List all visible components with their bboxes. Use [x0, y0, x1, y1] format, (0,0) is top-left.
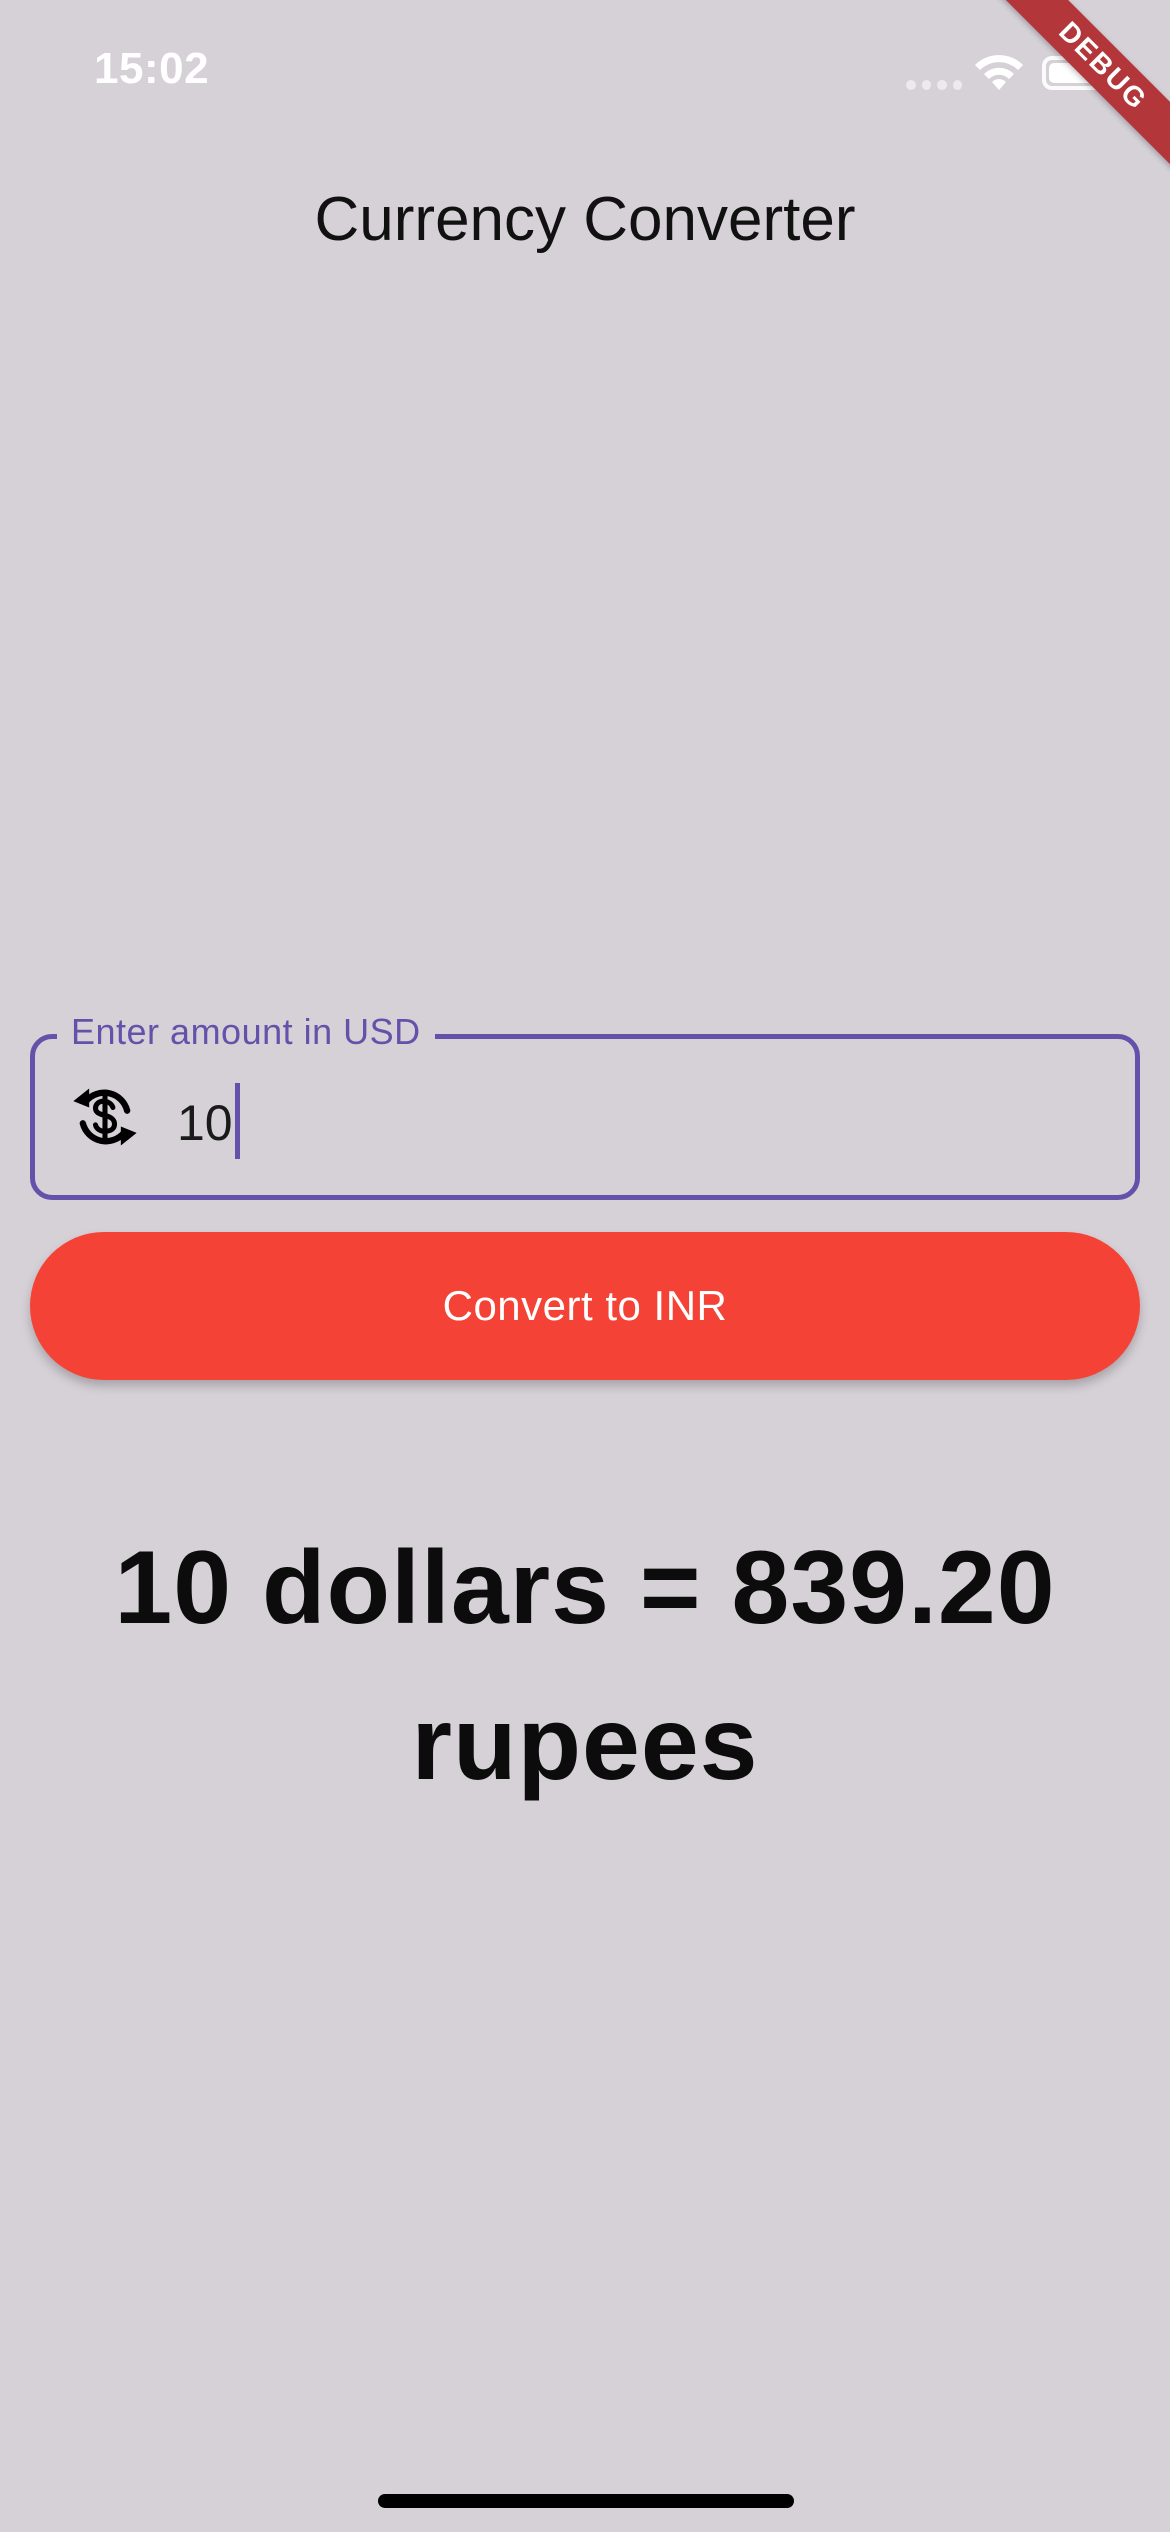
page-title: Currency Converter	[314, 185, 856, 254]
home-indicator[interactable]	[378, 2494, 794, 2508]
battery-icon	[1042, 56, 1110, 90]
status-bar: 15:02	[0, 0, 1170, 150]
signal-icon	[906, 80, 962, 90]
amount-input-value-wrap[interactable]: 10	[177, 1083, 240, 1165]
amount-input-value[interactable]: 10	[177, 1095, 233, 1151]
wifi-icon	[975, 55, 1023, 90]
convert-button[interactable]: Convert to INR	[30, 1232, 1140, 1380]
amount-input-label: Enter amount in USD	[57, 1011, 435, 1053]
currency-exchange-icon	[73, 1088, 137, 1146]
amount-input[interactable]: Enter amount in USD 10	[30, 1011, 1140, 1200]
text-caret	[234, 1083, 240, 1159]
status-time: 15:02	[94, 44, 210, 93]
conversion-result: 10 dollars = 839.20 rupees	[114, 1530, 1056, 1802]
